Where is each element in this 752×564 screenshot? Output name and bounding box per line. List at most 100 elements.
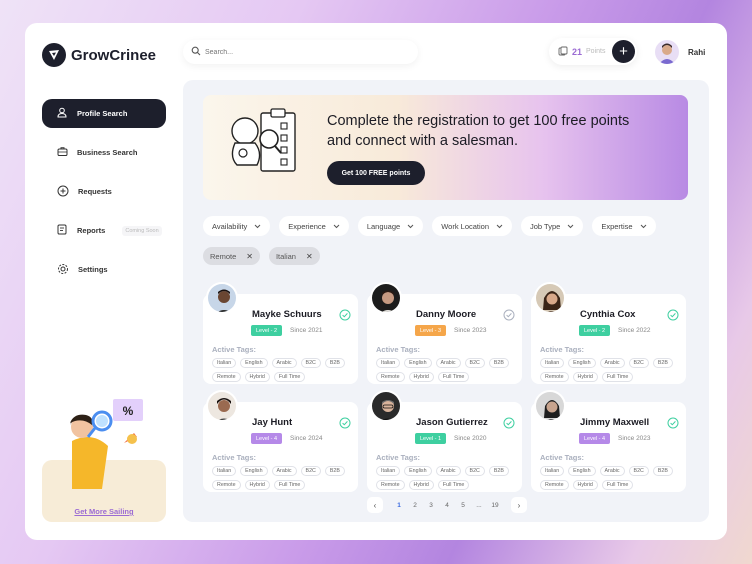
verified-check-icon — [339, 417, 351, 429]
profile-name[interactable]: Jimmy Maxwell — [580, 417, 649, 428]
search-icon — [191, 43, 201, 61]
sidebar-item-requests[interactable]: Requests — [42, 177, 166, 206]
avatar — [370, 390, 402, 422]
profile-name[interactable]: Danny Moore — [416, 309, 476, 320]
tag-list: Italian English Arabic B2C B2B Remote Hybrid Fu… — [540, 358, 680, 382]
app-window: GrowCrinee 21 Points + Rahi Profile Sear… — [25, 23, 727, 540]
filter-job-type[interactable]: Job Type — [521, 216, 584, 236]
promo-illustration: % — [70, 399, 143, 489]
plus-icon: + — [619, 43, 628, 60]
brand-logo[interactable]: GrowCrinee — [42, 43, 156, 67]
since-date: Since 2023 — [618, 435, 651, 442]
tag: B2B — [652, 358, 673, 368]
profile-card[interactable]: Cynthia Cox Level - 2 Since 2022 Active … — [531, 282, 686, 384]
search-input[interactable] — [205, 48, 385, 56]
page-number[interactable]: 3 — [425, 498, 437, 512]
avatar — [206, 390, 238, 422]
tag: Italian — [212, 466, 237, 476]
chevron-down-icon — [640, 222, 647, 231]
chip-italian: Italian ✕ — [268, 247, 320, 265]
tag: B2C — [628, 466, 649, 476]
profile-name[interactable]: Jason Gutierrez — [416, 417, 488, 428]
tag: B2B — [652, 466, 673, 476]
get-free-points-button[interactable]: Get 100 FREE points — [327, 161, 425, 185]
filter-availability[interactable]: Availability — [203, 216, 271, 236]
tag: B2C — [300, 358, 321, 368]
sidebar-item-business-search[interactable]: Business Search — [42, 138, 166, 167]
tag: Full Time — [437, 480, 470, 490]
profile-card[interactable]: Mayke Schuurs Level - 2 Since 2021 Activ… — [203, 282, 358, 384]
add-points-button[interactable]: + — [612, 40, 635, 63]
prev-page-button[interactable]: ‹ — [367, 497, 383, 513]
page-ellipsis: ... — [476, 501, 482, 509]
search-box[interactable] — [183, 40, 418, 64]
avatar — [534, 390, 566, 422]
since-date: Since 2021 — [290, 327, 323, 334]
tag: English — [240, 358, 268, 368]
filter-language[interactable]: Language — [357, 216, 424, 236]
checklist-illustration — [231, 108, 296, 172]
sidebar-item-reports[interactable]: Reports Coming Soon — [42, 216, 166, 245]
tag-list: Italian English Arabic B2C B2B Remote Hybrid Fu… — [540, 466, 680, 490]
tag: Arabic — [435, 466, 461, 476]
filter-expertise[interactable]: Expertise — [592, 216, 656, 236]
tag: Arabic — [271, 466, 297, 476]
tag: Italian — [540, 466, 565, 476]
close-icon[interactable]: ✕ — [246, 252, 253, 261]
filter-experience[interactable]: Experience — [279, 216, 349, 236]
profile-name[interactable]: Jay Hunt — [252, 417, 292, 428]
tag: English — [240, 466, 268, 476]
level-badge: Level - 4 — [579, 433, 611, 444]
get-more-sailing-link[interactable]: Get More Sailing — [42, 507, 166, 516]
filter-label: Language — [366, 221, 401, 231]
profile-name[interactable]: Cynthia Cox — [580, 309, 635, 320]
svg-text:%: % — [123, 404, 134, 418]
tag: Remote — [212, 372, 241, 382]
page-number[interactable]: 1 — [393, 498, 405, 512]
chip-label: Remote — [210, 251, 237, 261]
page-number[interactable]: 4 — [441, 498, 453, 512]
filter-work-location[interactable]: Work Location — [432, 216, 513, 236]
filter-label: Expertise — [601, 221, 633, 231]
tag: B2B — [324, 466, 345, 476]
sidebar-item-profile-search[interactable]: Profile Search — [42, 99, 166, 128]
profile-name[interactable]: Mayke Schuurs — [252, 309, 322, 320]
sidebar-item-label: Requests — [78, 187, 112, 196]
sidebar-item-label: Reports — [77, 226, 106, 235]
tag: Remote — [540, 372, 569, 382]
briefcase-icon — [57, 146, 68, 159]
active-tags-title: Active Tags: — [212, 453, 257, 462]
page-number[interactable]: 19 — [489, 498, 501, 512]
tag: B2B — [488, 466, 509, 476]
tag: Full Time — [437, 372, 470, 382]
tag: Hybrid — [408, 480, 434, 490]
page-number[interactable]: 5 — [457, 498, 469, 512]
tag: English — [568, 358, 596, 368]
points-widget: 21 Points + — [549, 38, 637, 65]
coins-icon — [558, 43, 568, 61]
chevron-down-icon — [333, 222, 340, 231]
level-badge: Level - 2 — [251, 325, 283, 336]
chip-remote: Remote ✕ — [203, 247, 260, 265]
points-count: 21 — [572, 46, 583, 57]
sidebar-item-settings[interactable]: Settings — [42, 255, 166, 284]
page-number[interactable]: 2 — [409, 498, 421, 512]
next-page-button[interactable]: › — [511, 497, 527, 513]
tag: English — [404, 358, 432, 368]
close-icon[interactable]: ✕ — [306, 252, 313, 261]
tag-list: Italian English Arabic B2C B2B Remote Hybrid Fu… — [212, 466, 352, 490]
profile-card[interactable]: Jay Hunt Level - 4 Since 2024 Active Tag… — [203, 390, 358, 492]
profile-card[interactable]: Jimmy Maxwell Level - 4 Since 2023 Activ… — [531, 390, 686, 492]
profile-card[interactable]: Jason Gutierrez Level - 1 Since 2020 Act… — [367, 390, 522, 492]
profile-card[interactable]: Danny Moore Level - 3 Since 2023 Active … — [367, 282, 522, 384]
page-numbers: 1 2 3 4 5... 19 — [387, 498, 507, 512]
user-name: Rahi — [688, 47, 706, 57]
tag: Hybrid — [244, 372, 270, 382]
since-date: Since 2023 — [454, 327, 487, 334]
tag: Full Time — [273, 372, 306, 382]
main-panel: Complete the registration to get 100 fre… — [183, 80, 709, 522]
user-profile[interactable]: Rahi — [655, 40, 705, 64]
tag: Italian — [376, 466, 401, 476]
tag: Remote — [376, 372, 405, 382]
tag: English — [568, 466, 596, 476]
